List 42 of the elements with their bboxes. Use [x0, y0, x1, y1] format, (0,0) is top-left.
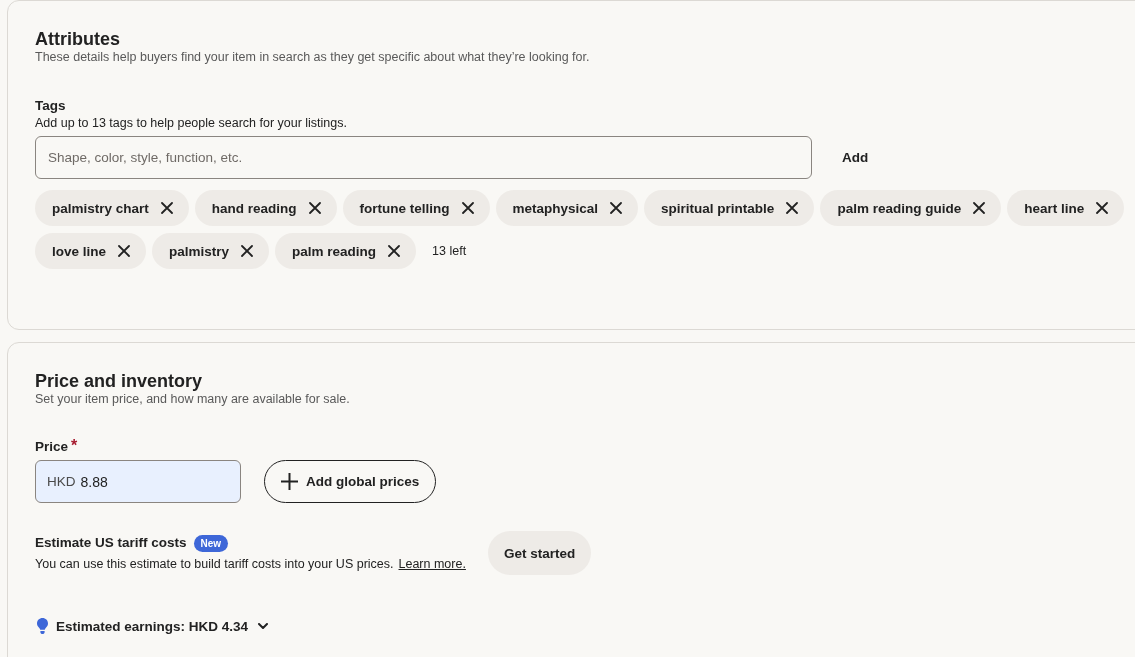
tag-chip[interactable]: heart line	[1007, 190, 1125, 226]
close-icon	[786, 202, 799, 214]
new-badge: New	[193, 534, 229, 552]
get-started-button[interactable]: Get started	[487, 531, 592, 575]
required-mark: *	[71, 438, 78, 454]
currency-prefix: HKD	[47, 474, 76, 489]
tag-chip[interactable]: metaphysical	[495, 190, 639, 226]
close-icon	[388, 245, 401, 257]
tag-chip[interactable]: fortune telling	[342, 190, 490, 226]
tag-chip[interactable]: hand reading	[194, 190, 337, 226]
close-icon	[461, 202, 474, 214]
close-icon	[1096, 202, 1109, 214]
section-title: Attributes	[35, 29, 121, 49]
tag-chip[interactable]: love line	[35, 233, 147, 269]
tag-chip[interactable]: palm reading	[275, 233, 417, 269]
price-input-field[interactable]: HKD 8.88	[35, 460, 241, 503]
price-input[interactable]: 8.88	[80, 473, 229, 490]
tariff-title: Estimate US tariff costs	[35, 534, 187, 552]
lightbulb-icon	[37, 618, 48, 634]
tag-chip[interactable]: palmistry chart	[35, 190, 189, 226]
plus-icon	[281, 473, 298, 490]
section-description: These details help buyers find your item in search as they get specific about what they’re looking for.	[35, 49, 591, 65]
tag-chip[interactable]: palmistry	[152, 233, 270, 269]
field-hint: Add up to 13 tags to help people search for your listings.	[35, 115, 348, 131]
tag-input-field[interactable]: Shape, color, style, function, etc.	[35, 136, 812, 179]
estimated-earnings-toggle[interactable]: Estimated earnings: HKD 4.34	[56, 618, 269, 634]
field-label: Tags	[35, 97, 66, 115]
add-button[interactable]: Add	[824, 136, 887, 179]
field-label: Price	[35, 438, 69, 456]
tag-chip[interactable]: palm reading guide	[820, 190, 1002, 226]
close-icon	[118, 245, 131, 257]
tags-remaining-count: 13 left	[432, 244, 467, 258]
close-icon	[973, 202, 986, 214]
close-icon	[610, 202, 623, 214]
section-description: Set your item price, and how many are available for sale.	[35, 391, 351, 407]
close-icon	[160, 202, 173, 214]
learn-more-link[interactable]: Learn more.	[398, 557, 466, 571]
tag-chip[interactable]: spiritual printable	[644, 190, 815, 226]
tariff-description: You can use this estimate to build tariff costs into your US prices. Learn more.	[35, 556, 466, 572]
close-icon	[308, 202, 321, 214]
section-title: Price and inventory	[35, 371, 204, 391]
close-icon	[241, 245, 254, 257]
